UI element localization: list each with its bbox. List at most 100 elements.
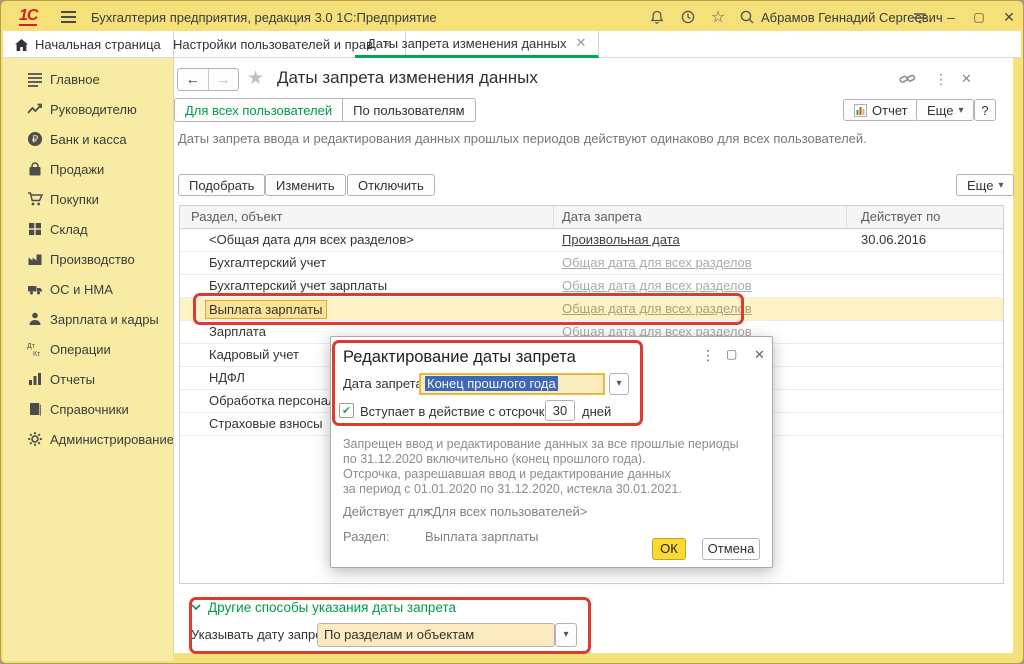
sidebar-item-manager[interactable]: Руководителю — [3, 95, 173, 123]
get-link-icon[interactable] — [899, 72, 916, 89]
help-button[interactable]: ? — [974, 99, 996, 121]
search-icon[interactable] — [738, 9, 756, 27]
deferral-suffix: дней — [582, 404, 611, 419]
report-chart-icon — [854, 104, 867, 117]
book-icon — [27, 401, 43, 417]
ok-button[interactable]: ОК — [652, 538, 686, 560]
dialog-more-dots-icon[interactable]: ⋮ — [701, 347, 715, 364]
1c-logo: 1С — [19, 8, 37, 26]
cancel-button[interactable]: Отмена — [702, 538, 760, 560]
dialog-info-text: Запрещен ввод и редактирование данных за… — [343, 437, 739, 497]
applies-to-value: <Для всех пользователей> — [425, 504, 587, 519]
titlebar-settings-icon[interactable] — [911, 9, 929, 27]
factory-icon — [27, 251, 43, 267]
focused-cell[interactable]: Выплата зарплаты — [205, 300, 327, 319]
trend-icon — [27, 101, 43, 117]
column-header[interactable]: Раздел, объект — [180, 206, 554, 228]
forward-button[interactable]: → — [209, 69, 239, 90]
tab-home[interactable]: Начальная страница — [3, 31, 174, 58]
home-icon — [15, 39, 28, 51]
maximize-button[interactable]: ▢ — [969, 7, 989, 27]
tab-close-icon[interactable]: ✕ — [575, 35, 586, 51]
cart-icon — [27, 191, 43, 207]
sidebar-item-directories[interactable]: Справочники — [3, 395, 173, 423]
sidebar-item-production[interactable]: Производство — [3, 245, 173, 273]
applies-to-label: Действует для: — [343, 504, 434, 519]
tab-label: Начальная страница — [35, 37, 161, 52]
dialog-close-icon[interactable]: ✕ — [754, 347, 765, 363]
bar-chart-icon — [27, 371, 43, 387]
minimize-button[interactable]: – — [941, 7, 961, 27]
other-ways-header[interactable]: Другие способы указания даты запрета — [191, 600, 456, 615]
sidebar-item-operations[interactable]: ДтКт Операции — [3, 335, 173, 363]
tab-bar: Начальная страница Настройки пользовател… — [3, 31, 1021, 58]
ruble-icon: ₽ — [27, 131, 43, 147]
edit-button[interactable]: Изменить — [265, 174, 346, 196]
chevron-down-icon: ▾ — [958, 105, 963, 116]
dialog-maximize-icon[interactable]: ▢ — [726, 347, 737, 361]
sidebar-item-sales[interactable]: Продажи — [3, 155, 173, 183]
header-more-button[interactable]: Еще▾ — [916, 99, 974, 121]
add-favorite-star-icon[interactable]: ★ — [247, 67, 264, 90]
sidebar: Главное Руководителю ₽ Банк и касса Прод… — [3, 58, 173, 661]
tab-label: Настройки пользователей и прав — [173, 37, 373, 52]
svg-text:₽: ₽ — [32, 135, 39, 146]
table-row-selected[interactable]: Выплата зарплаты Общая дата для всех раз… — [180, 298, 1003, 321]
date-link[interactable]: Общая дата для всех разделов — [562, 278, 752, 293]
app-title: Бухгалтерия предприятия, редакция 3.0 1С… — [91, 10, 437, 25]
bag-icon — [27, 161, 43, 177]
date-link[interactable]: Произвольная дата — [562, 232, 680, 247]
sidebar-item-fixed-assets[interactable]: ОС и НМА — [3, 275, 173, 303]
chevron-down-icon — [191, 604, 201, 611]
sidebar-item-bank-cash[interactable]: ₽ Банк и касса — [3, 125, 173, 153]
toggle-all-users[interactable]: Для всех пользователей — [174, 98, 343, 122]
date-link[interactable]: Общая дата для всех разделов — [562, 255, 752, 270]
tab-restriction-dates[interactable]: Даты запрета изменения данных ✕ — [355, 31, 599, 58]
history-icon[interactable] — [679, 9, 697, 27]
date-restriction-label: Дата запрета: — [343, 376, 426, 391]
specify-date-dropdown-button[interactable]: ▾ — [555, 623, 577, 647]
report-button[interactable]: Отчет — [843, 99, 919, 121]
disable-button[interactable]: Отключить — [347, 174, 435, 196]
favorites-star-icon[interactable]: ☆ — [709, 9, 727, 27]
gear-icon — [27, 431, 43, 447]
column-header[interactable]: Действует по — [847, 206, 1003, 228]
form-more-dots-icon[interactable]: ⋮ — [934, 71, 948, 88]
sidebar-item-payroll-hr[interactable]: Зарплата и кадры — [3, 305, 173, 333]
table-more-button[interactable]: Еще▾ — [956, 174, 1014, 196]
sidebar-item-warehouse[interactable]: Склад — [3, 215, 173, 243]
deferral-checkbox[interactable]: ✔ — [339, 403, 354, 418]
app-window: 1С Бухгалтерия предприятия, редакция 3.0… — [0, 0, 1024, 664]
table-row[interactable]: Бухгалтерский учет Общая дата для всех р… — [180, 252, 1003, 275]
section-value: Выплата зарплаты — [425, 529, 539, 544]
grid-icon — [27, 221, 43, 237]
person-icon — [27, 311, 43, 327]
tab-label: Даты запрета изменения данных — [367, 36, 566, 51]
date-dropdown-button[interactable]: ▾ — [609, 373, 629, 395]
specify-date-combo[interactable]: По разделам и объектам — [317, 623, 555, 647]
sidebar-item-purchases[interactable]: Покупки — [3, 185, 173, 213]
date-restriction-combo[interactable]: Конец прошлого года — [419, 373, 605, 395]
svg-text:Кт: Кт — [33, 351, 41, 358]
dtkt-icon: ДтКт — [27, 341, 43, 357]
deferral-label: Вступает в действие с отсрочкой в — [360, 404, 570, 419]
close-window-button[interactable]: ✕ — [999, 7, 1019, 27]
sidebar-item-reports[interactable]: Отчеты — [3, 365, 173, 393]
nav-history-group: ← → — [177, 68, 239, 91]
date-link[interactable]: Общая дата для всех разделов — [562, 301, 752, 316]
column-header[interactable]: Дата запрета — [554, 206, 847, 228]
pick-button[interactable]: Подобрать — [178, 174, 265, 196]
table-row[interactable]: Бухгалтерский учет зарплаты Общая дата д… — [180, 275, 1003, 298]
notifications-bell-icon[interactable] — [648, 9, 666, 27]
sidebar-item-main[interactable]: Главное — [3, 65, 173, 93]
main-menu-icon[interactable] — [61, 11, 76, 23]
table-header-row: Раздел, объект Дата запрета Действует по — [180, 206, 1003, 229]
section-label: Раздел: — [343, 529, 390, 544]
table-row[interactable]: <Общая дата для всех разделов> Произволь… — [180, 229, 1003, 252]
sidebar-item-administration[interactable]: Администрирование — [3, 425, 173, 453]
deferral-days-input[interactable]: 30 — [545, 400, 575, 421]
form-close-icon[interactable]: ✕ — [961, 71, 972, 87]
toggle-by-users[interactable]: По пользователям — [343, 98, 475, 122]
back-button[interactable]: ← — [178, 69, 209, 90]
page-title: Даты запрета изменения данных — [277, 68, 538, 88]
